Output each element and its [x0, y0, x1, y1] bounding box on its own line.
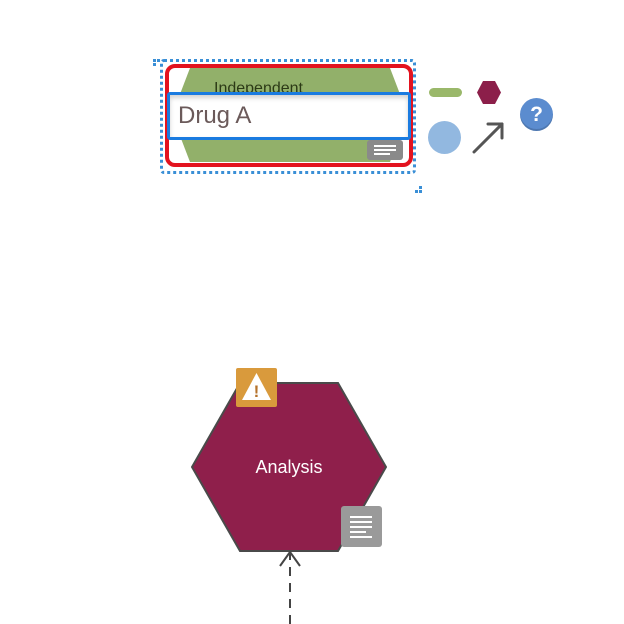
edge-line-icon[interactable] — [429, 88, 462, 97]
hexagon-node-icon[interactable] — [477, 81, 501, 104]
resize-handle-bottom-right[interactable] — [415, 186, 424, 195]
notes-icon[interactable] — [341, 506, 382, 547]
svg-text:!: ! — [254, 382, 260, 401]
node-label-input[interactable] — [167, 92, 411, 140]
help-icon[interactable]: ? — [520, 98, 553, 131]
notes-icon[interactable] — [367, 140, 403, 160]
warning-icon: ! — [242, 373, 271, 401]
resize-handle-top-left[interactable] — [153, 59, 162, 68]
circle-node-icon[interactable] — [428, 121, 461, 154]
incoming-edge-arrow[interactable] — [272, 548, 308, 624]
diagram-canvas[interactable]: Independent ? Analysis ! — [0, 0, 624, 624]
warning-badge[interactable]: ! — [236, 368, 277, 407]
analysis-node-label: Analysis — [255, 457, 323, 477]
connect-arrow-icon[interactable] — [470, 118, 508, 156]
